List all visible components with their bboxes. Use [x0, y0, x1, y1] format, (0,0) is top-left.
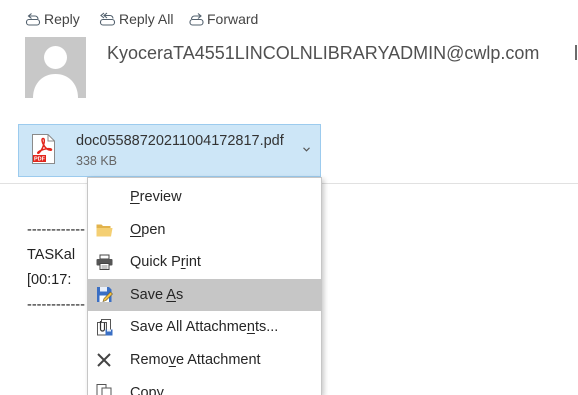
menu-item-quick-print[interactable]: Quick Print	[88, 246, 321, 279]
reply-all-icon	[99, 12, 116, 26]
save-all-attachments-icon	[96, 318, 112, 336]
folder-open-icon	[96, 224, 112, 237]
copy-icon	[96, 384, 112, 395]
sender-address[interactable]: KyoceraTA4551LINCOLNLIBRARYADMIN@cwlp.co…	[107, 41, 539, 65]
menu-item-label: Preview	[130, 189, 182, 206]
icon-gutter	[88, 181, 120, 214]
attachment-file-size: 338 KB	[76, 154, 118, 168]
icon-gutter	[88, 246, 120, 279]
body-line: ------------	[27, 222, 85, 238]
menu-item-label: Open	[130, 221, 166, 238]
pdf-file-icon: PDF	[32, 134, 55, 164]
pdf-icon-label: PDF	[34, 157, 46, 163]
attachment-file-name: doc05588720211004172817.pdf	[76, 133, 284, 149]
icon-gutter	[88, 376, 120, 395]
attachment-context-menu: Preview Open Quick Print Save As Save Al…	[87, 177, 322, 395]
menu-item-label: Copy	[130, 385, 164, 395]
icon-gutter	[88, 214, 120, 247]
menu-item-copy[interactable]: Copy	[88, 376, 321, 395]
reply-icon	[25, 13, 41, 26]
reply-button[interactable]: Reply	[25, 10, 80, 28]
icon-gutter	[88, 311, 120, 344]
menu-item-remove-attachment[interactable]: Remove Attachment	[88, 344, 321, 377]
menu-item-label: Save All Attachments...	[130, 319, 279, 336]
chevron-down-icon	[302, 146, 310, 152]
menu-item-save-as[interactable]: Save As	[88, 278, 321, 312]
reply-all-label: Reply All	[119, 11, 174, 27]
body-line: [00:17:	[27, 272, 72, 288]
message-body: ------------ TASKal [00:17: ------------	[27, 218, 85, 318]
remove-icon	[97, 353, 111, 367]
printer-icon	[96, 254, 112, 271]
cropped-header-fragment	[575, 45, 577, 60]
body-line: ------------	[27, 297, 85, 313]
save-as-icon	[96, 287, 113, 303]
menu-item-open[interactable]: Open	[88, 214, 321, 247]
menu-item-save-all-attachments[interactable]: Save All Attachments...	[88, 311, 321, 344]
icon-gutter	[88, 279, 120, 312]
icon-gutter	[88, 344, 120, 377]
menu-item-label: Save As	[130, 286, 184, 303]
contact-placeholder-icon	[25, 37, 86, 98]
menu-item-preview[interactable]: Preview	[88, 181, 321, 214]
attachment-dropdown-button[interactable]	[298, 141, 314, 157]
reply-label: Reply	[44, 11, 80, 27]
reply-all-button[interactable]: Reply All	[99, 10, 173, 28]
menu-item-label: Quick Print	[130, 254, 201, 271]
body-line: TASKal	[27, 247, 76, 263]
forward-button[interactable]: Forward	[189, 10, 258, 28]
menu-item-label: Remove Attachment	[130, 351, 261, 368]
attachment-chip[interactable]: PDF doc05588720211004172817.pdf 338 KB	[18, 124, 321, 177]
forward-icon	[189, 13, 204, 26]
forward-label: Forward	[207, 11, 259, 27]
sender-avatar[interactable]	[25, 37, 86, 98]
